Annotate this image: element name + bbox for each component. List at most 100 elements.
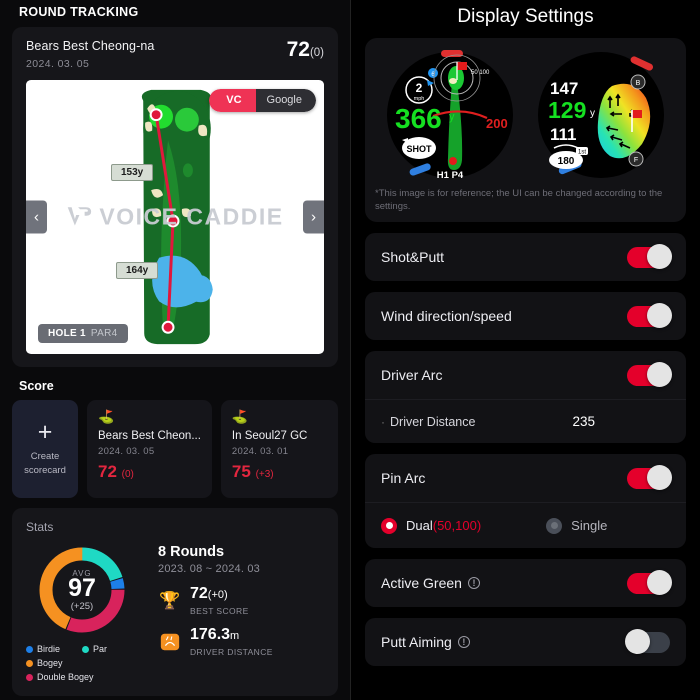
- pin-arc-options[interactable]: Dual(50,100) Single: [365, 502, 686, 548]
- watermark-text: VOICE CADDIE: [99, 203, 284, 230]
- radio-dual-icon[interactable]: [381, 517, 397, 534]
- round-tracking-panel: ROUND TRACKING Bears Best Cheong-na 2024…: [0, 0, 350, 700]
- legend-item-par: Par: [82, 644, 138, 654]
- driver-distance-stat: 176.3m DRIVER DISTANCE: [158, 626, 324, 657]
- map-source-google[interactable]: Google: [255, 89, 316, 112]
- scorecard-list: + Create scorecard ⛳ Bears Best Cheon...…: [0, 393, 350, 498]
- setting-label: Putt Aiming !: [381, 634, 470, 650]
- setting-row[interactable]: Pin Arc: [365, 454, 686, 502]
- best-score-number: 72: [190, 585, 208, 602]
- hole-par: PAR4: [90, 328, 118, 339]
- setting-row[interactable]: Shot&Putt: [365, 233, 686, 281]
- stats-body: AVG 97 (+25) Birdie Par Bogey Double Bog…: [26, 540, 324, 686]
- putt-aiming-toggle[interactable]: [625, 629, 670, 654]
- setting-row[interactable]: Putt Aiming !: [365, 618, 686, 666]
- svg-text:200: 200: [486, 116, 508, 131]
- map-source-vc[interactable]: VC: [209, 89, 256, 112]
- pin-arc-dual-option[interactable]: Dual(50,100): [381, 517, 481, 534]
- setting-shot-putt[interactable]: Shot&Putt: [365, 233, 686, 281]
- best-score-text: 72(+0) BEST SCORE: [190, 585, 249, 616]
- watch-preview-card: 6 2 mph 50 100 366 y 200 SHOT H1 P4 147 …: [365, 38, 686, 222]
- legend-label: Par: [93, 644, 108, 654]
- active-green-toggle[interactable]: [627, 570, 672, 595]
- hole-number: HOLE 1: [48, 328, 86, 339]
- round-date: 2024. 03. 05: [26, 58, 90, 70]
- legend-dot-icon: [26, 673, 33, 681]
- round-card[interactable]: Bears Best Cheong-na 2024. 03. 05 72(0): [12, 27, 338, 367]
- setting-pin-arc[interactable]: Pin Arc Dual(50,100) Single: [365, 454, 686, 548]
- best-score-delta: (+0): [207, 589, 228, 601]
- svg-text:147: 147: [550, 79, 578, 98]
- scorecard-score-delta: (+3): [255, 469, 274, 480]
- pin-arc-toggle[interactable]: [627, 465, 672, 490]
- map-source-toggle[interactable]: VC Google: [209, 89, 316, 112]
- map-next-button[interactable]: ›: [303, 200, 324, 234]
- display-settings-panel: Display Settings 6 2 mph 50 100 366 y 20…: [350, 0, 700, 700]
- legend-dot-icon: [82, 645, 89, 653]
- driver-distance-input-value: 235: [572, 413, 595, 429]
- setting-putt-aiming[interactable]: Putt Aiming !: [365, 618, 686, 666]
- round-score-delta: (0): [309, 47, 324, 59]
- driver-distance-number: 176.3: [190, 626, 231, 643]
- scorecard-course-name: Bears Best Cheon...: [98, 430, 201, 442]
- scorecard-item-1[interactable]: ⛳ Bears Best Cheon... 2024. 03. 05 72 (0…: [87, 400, 212, 498]
- legend-item-bogey: Bogey: [26, 658, 82, 668]
- radio-dual-label: Dual(50,100): [406, 518, 481, 533]
- score-section-title: Score: [19, 379, 54, 393]
- display-settings-title: Display Settings: [457, 6, 594, 27]
- svg-text:mph: mph: [414, 96, 425, 102]
- scorecard-score-value: 72: [98, 462, 117, 481]
- donut-center-label: AVG 97 (+25): [26, 540, 138, 640]
- setting-driver-arc[interactable]: Driver Arc · Driver Distance 235: [365, 351, 686, 443]
- setting-row[interactable]: Active Green !: [365, 559, 686, 607]
- setting-active-green[interactable]: Active Green !: [365, 559, 686, 607]
- stats-donut-column: AVG 97 (+25) Birdie Par Bogey Double Bog…: [26, 540, 144, 686]
- rounds-date-range: 2023. 08 ~ 2024. 03: [158, 563, 260, 575]
- toggle-knob: [647, 303, 672, 328]
- distance-label-bottom: 164y: [116, 262, 159, 279]
- legend-label: Birdie: [37, 644, 61, 654]
- scorecard-score: 75 (+3): [232, 462, 327, 482]
- driver-distance-label: Driver Distance: [390, 414, 476, 429]
- hole-map[interactable]: VC Google 153y 164y VOICE CADDIE ‹ › HOL…: [26, 80, 324, 354]
- info-icon[interactable]: !: [467, 577, 480, 589]
- driver-distance-unit: m: [230, 630, 240, 642]
- info-icon[interactable]: !: [457, 636, 470, 648]
- hole-badge: HOLE 1 PAR4: [38, 324, 128, 343]
- active-green-label: Active Green: [381, 575, 462, 591]
- svg-text:50 100: 50 100: [471, 70, 490, 76]
- setting-wind[interactable]: Wind direction/speed: [365, 292, 686, 340]
- svg-text:2: 2: [416, 81, 423, 95]
- setting-row[interactable]: Driver Arc: [365, 351, 686, 399]
- setting-row[interactable]: Wind direction/speed: [365, 292, 686, 340]
- legend-label: Double Bogey: [37, 672, 94, 682]
- round-header: Bears Best Cheong-na 2024. 03. 05 72(0): [26, 39, 324, 70]
- svg-text:H1 P4: H1 P4: [437, 170, 464, 181]
- driver-arc-toggle[interactable]: [627, 362, 672, 387]
- pin-arc-single-option[interactable]: Single: [546, 517, 607, 534]
- driver-bag-icon: [158, 630, 182, 654]
- map-prev-button[interactable]: ‹: [26, 200, 47, 234]
- radio-single-icon[interactable]: [546, 517, 563, 534]
- wind-toggle[interactable]: [627, 303, 672, 328]
- scorecard-score: 72 (0): [98, 462, 201, 482]
- svg-text:129: 129: [548, 97, 586, 123]
- driver-distance-input[interactable]: 235: [497, 413, 670, 431]
- svg-text:111: 111: [550, 125, 577, 144]
- legend-label: Bogey: [37, 658, 63, 668]
- bullet-icon: ·: [381, 414, 385, 429]
- legend-dot-icon: [26, 645, 33, 653]
- flag-icon: ⛳: [98, 409, 115, 424]
- svg-text:SHOT: SHOT: [407, 144, 433, 154]
- driver-distance-value: 176.3m: [190, 626, 273, 645]
- avg-value: 97: [68, 573, 96, 602]
- shot-putt-toggle[interactable]: [627, 244, 672, 269]
- scorecard-course-name: In Seoul27 GC: [231, 430, 308, 442]
- round-course-info: Bears Best Cheong-na 2024. 03. 05: [26, 39, 154, 70]
- create-scorecard-label-1: Create: [30, 450, 60, 462]
- driver-distance-text: 176.3m DRIVER DISTANCE: [190, 626, 273, 657]
- scorecard-item-2[interactable]: ⛳ In Seoul27 GC 2024. 03. 01 75 (+3): [220, 400, 338, 498]
- create-scorecard-button[interactable]: + Create scorecard: [12, 400, 78, 498]
- round-score: 72(0): [287, 39, 324, 60]
- driver-distance-row[interactable]: · Driver Distance 235: [365, 399, 686, 443]
